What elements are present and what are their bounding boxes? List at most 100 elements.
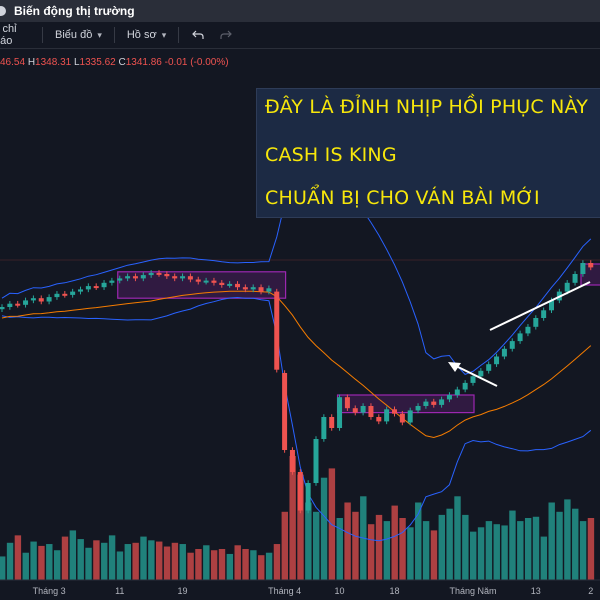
annotation-box[interactable]: ĐÂY LÀ ĐỈNH NHỊP HỒI PHỤC NÀY CASH IS KI… [256, 88, 600, 218]
time-axis-label: 10 [335, 586, 345, 596]
candle-body [125, 276, 131, 279]
candle-body [140, 275, 146, 279]
candle-body [219, 282, 225, 285]
candle-body [533, 318, 539, 327]
candle-body [211, 280, 217, 283]
volume-bar [422, 521, 430, 580]
candle-body [384, 409, 390, 422]
candle-body [227, 283, 233, 286]
volume-bar [470, 531, 477, 580]
time-axis-label: 19 [178, 586, 188, 596]
volume-bar [258, 555, 265, 580]
candle-body [376, 417, 382, 422]
candle-body [156, 272, 162, 275]
volume-bar [273, 544, 281, 580]
candle-body [588, 263, 594, 268]
candle-body [580, 263, 586, 274]
highlight-boxes [117, 263, 600, 414]
volume-bar [179, 544, 186, 580]
time-axis-label: Tháng 3 [33, 586, 66, 596]
candle-body [525, 326, 531, 334]
volume-bar [38, 545, 45, 580]
volume-bar [14, 535, 22, 580]
volume-bar [352, 511, 359, 580]
volume-bar [501, 525, 508, 580]
candle-body [501, 348, 507, 357]
candle-body [132, 276, 138, 279]
volume-bar [556, 511, 563, 580]
volume-bar [485, 521, 493, 580]
volume-bar [579, 521, 587, 580]
volume-bar [6, 542, 14, 580]
candle-body [70, 291, 76, 295]
candle-body [305, 483, 311, 511]
volume-bar [77, 539, 84, 580]
candle-body [423, 401, 429, 406]
candle-body [517, 333, 523, 342]
time-axis-label: 2 [588, 586, 593, 596]
candle-body [415, 406, 421, 411]
candle-body [0, 307, 5, 310]
volume-bar [124, 544, 131, 580]
volume-bar [320, 477, 328, 580]
volume-bar [46, 544, 53, 580]
candle-body [478, 370, 484, 377]
volume-bar [226, 553, 234, 580]
volume-bar [187, 552, 194, 580]
volume-bar [367, 524, 375, 580]
volume-bar [407, 527, 414, 580]
candle-body [101, 282, 107, 288]
volume-bar [572, 508, 579, 580]
volume-bar [234, 545, 241, 580]
volume-bar [108, 535, 116, 580]
candle-body [407, 410, 413, 423]
candle-body [399, 413, 405, 423]
volume-bar [446, 508, 453, 580]
candle-body [78, 289, 83, 292]
candle-body [46, 297, 52, 302]
candle-body [203, 280, 209, 283]
volume-bar [375, 514, 383, 580]
candle-body [509, 341, 515, 349]
volume-bar [540, 536, 548, 580]
candle-body [250, 287, 256, 290]
volume-bar [22, 552, 29, 580]
volume-bar [203, 545, 210, 580]
candle-body [368, 406, 374, 417]
volume-bar [430, 530, 438, 580]
volume-bar [61, 536, 69, 580]
candle-body [360, 406, 366, 413]
candle-body [242, 287, 248, 290]
candle-body [30, 298, 36, 301]
candle-body [446, 395, 452, 400]
volume-bar [493, 524, 500, 580]
volume-bar [140, 536, 147, 580]
candle-body [187, 276, 193, 280]
annotation-line-2: CASH IS KING [265, 144, 397, 166]
volume-bar [383, 521, 391, 580]
candle-body [329, 417, 335, 428]
time-axis-label: Tháng Năm [449, 586, 496, 596]
candle-body [462, 382, 468, 390]
trend-line[interactable] [489, 281, 591, 331]
candle-body [117, 278, 123, 281]
volume-bar [163, 546, 171, 580]
volume-bar [0, 556, 6, 580]
volume-bar [517, 521, 524, 580]
candle-body [486, 364, 492, 371]
candle-body [180, 276, 186, 279]
candle-body [164, 274, 170, 277]
volume-bar [344, 502, 351, 580]
candle-body [15, 303, 21, 306]
candle-body [282, 373, 288, 450]
candle-body [392, 409, 397, 414]
volume-bar [132, 542, 139, 580]
volume-bar [69, 530, 77, 580]
volume-bar [101, 542, 108, 580]
volume-bar [477, 527, 485, 580]
candle-body [266, 288, 272, 292]
candle-body [23, 300, 29, 305]
moving-average-line [1, 290, 592, 439]
candle-body [109, 280, 115, 283]
candle-body [352, 408, 358, 413]
